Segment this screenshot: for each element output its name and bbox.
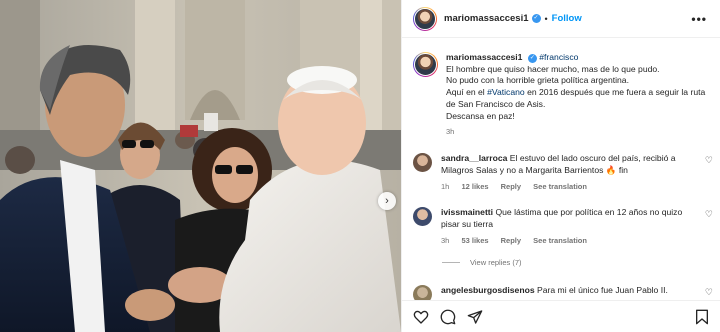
comment-time[interactable]: 1h — [441, 182, 449, 191]
comment-text: Para mi el único fue Juan Pablo II. — [537, 285, 668, 295]
caption-line: Descansa en paz! — [446, 110, 515, 121]
heart-icon[interactable]: ♡ — [705, 287, 713, 298]
hashtag-link[interactable]: #francisco — [539, 52, 578, 62]
caption-body: mariomassaccesi1 ✓ #francisco El hombre … — [446, 52, 713, 138]
heart-icon[interactable]: ♡ — [705, 209, 713, 220]
comment-body: angelesburgosdisenos Para mi el único fu… — [441, 284, 701, 300]
chevron-right-icon[interactable]: › — [378, 192, 396, 210]
post-photo[interactable]: › — [0, 0, 401, 332]
view-replies-line — [442, 262, 460, 263]
bookmark-icon[interactable] — [695, 309, 709, 325]
comment-body: ivissmainetti Que lástima que por políti… — [441, 206, 701, 248]
comment-username[interactable]: ivissmainetti — [441, 207, 493, 217]
see-translation-button[interactable]: See translation — [533, 182, 587, 191]
comment-icon[interactable] — [440, 309, 456, 325]
comment-meta: 1h 12 likes Reply See translation — [441, 181, 701, 193]
separator-dot: • — [544, 13, 548, 24]
more-options-icon[interactable]: ••• — [691, 12, 707, 26]
share-icon[interactable] — [467, 309, 483, 325]
hashtag-link[interactable]: #Vaticano — [487, 87, 525, 97]
see-translation-button[interactable]: See translation — [533, 236, 587, 245]
caption-line: No pudo con la horrible grieta política … — [446, 75, 629, 86]
follow-button[interactable]: Follow — [552, 13, 582, 24]
instagram-post: › mariomassaccesi1 ✓ • Follow ••• mariom… — [0, 0, 720, 332]
comment-likes[interactable]: 12 likes — [461, 182, 488, 191]
avatar[interactable] — [413, 153, 432, 172]
verified-badge-icon: ✓ — [527, 54, 537, 63]
heart-icon[interactable]: ♡ — [705, 155, 713, 166]
verified-badge-icon: ✓ — [531, 14, 541, 23]
comment-username[interactable]: angelesburgosdisenos — [441, 285, 535, 295]
avatar[interactable] — [413, 207, 432, 226]
post-actions-bar — [402, 300, 720, 332]
caption-text: Aquí en el — [446, 87, 488, 98]
comment-username[interactable]: sandra__larroca — [441, 153, 507, 163]
view-replies-button[interactable]: View replies (7) — [442, 258, 522, 267]
avatar[interactable] — [413, 285, 432, 300]
photo-illustration — [0, 0, 401, 332]
caption-line: El hombre que quiso hacer mucho, mas de … — [446, 63, 660, 74]
caption-line: Aquí en el #Vaticano en 2016 después que… — [446, 87, 713, 110]
comments-list[interactable]: mariomassaccesi1 ✓ #francisco El hombre … — [402, 39, 720, 300]
comment-meta: 3h 53 likes Reply See translation — [441, 235, 701, 247]
caption-username[interactable]: mariomassaccesi1 — [446, 52, 522, 62]
comment-item: angelesburgosdisenos Para mi el único fu… — [413, 284, 713, 300]
view-replies-label: View replies (7) — [470, 258, 522, 267]
comment-body: sandra__larroca El estuvo del lado oscur… — [441, 152, 701, 194]
comment-time[interactable]: 3h — [441, 236, 449, 245]
post-header: mariomassaccesi1 ✓ • Follow ••• — [402, 0, 720, 38]
header-username[interactable]: mariomassaccesi1 — [444, 13, 529, 24]
reply-button[interactable]: Reply — [501, 236, 521, 245]
comment-likes[interactable]: 53 likes — [461, 236, 488, 245]
post-side-panel: mariomassaccesi1 ✓ • Follow ••• mariomas… — [401, 0, 720, 332]
post-caption: mariomassaccesi1 ✓ #francisco El hombre … — [413, 52, 713, 138]
comment-item: sandra__larroca El estuvo del lado oscur… — [413, 152, 713, 194]
avatar[interactable] — [413, 52, 438, 77]
avatar[interactable] — [413, 6, 437, 31]
reply-button[interactable]: Reply — [501, 182, 521, 191]
caption-timestamp[interactable]: 3h — [446, 126, 713, 138]
comment-item: ivissmainetti Que lástima que por políti… — [413, 206, 713, 248]
heart-icon[interactable] — [413, 309, 429, 325]
